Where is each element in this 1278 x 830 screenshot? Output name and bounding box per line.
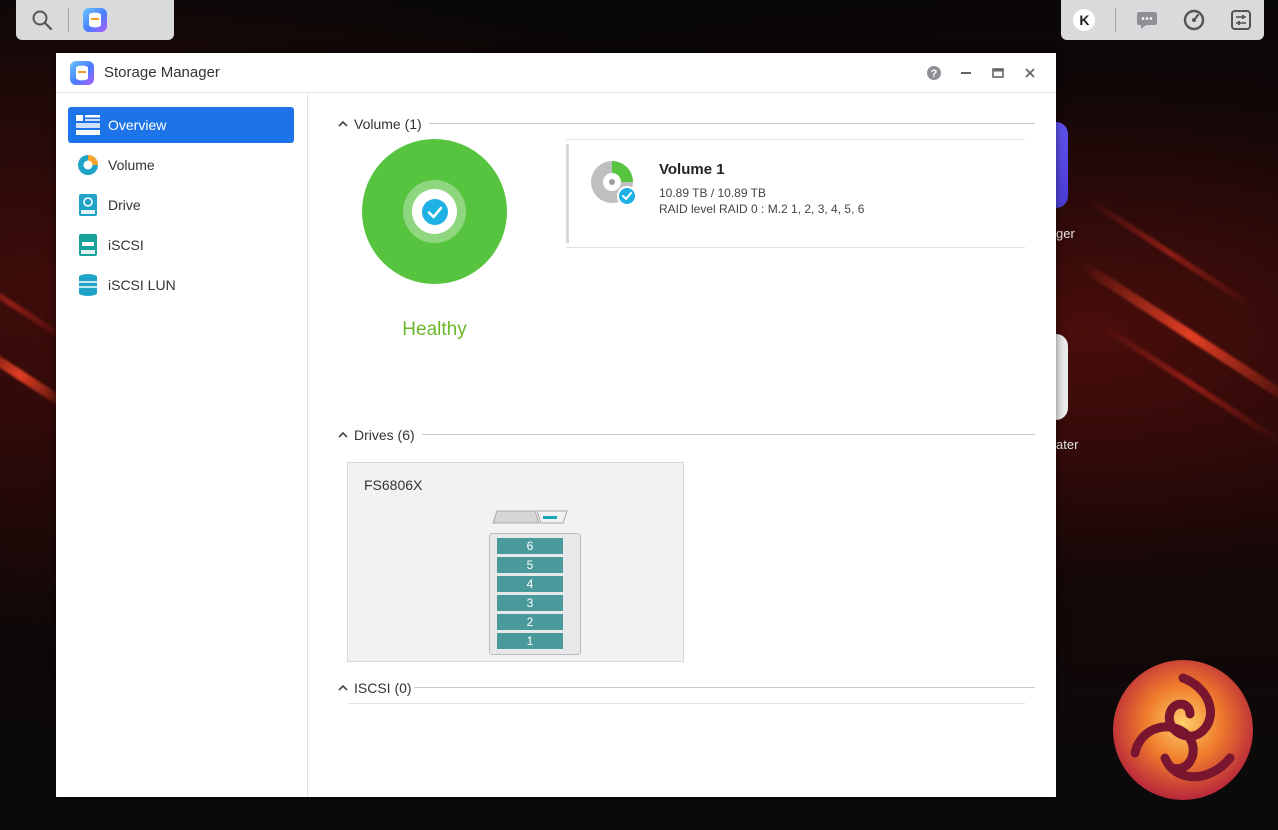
search-icon bbox=[32, 10, 53, 31]
nas-model-name: FS6806X bbox=[364, 477, 423, 493]
window-titlebar[interactable]: Storage Manager ? bbox=[56, 53, 1056, 93]
dashboard-gauge-icon bbox=[1183, 9, 1204, 31]
close-button[interactable] bbox=[1018, 61, 1042, 85]
section-divider bbox=[348, 703, 1025, 704]
sidebar-item-label: iSCSI LUN bbox=[108, 277, 176, 293]
minimize-button[interactable] bbox=[954, 61, 978, 85]
drive-icon bbox=[76, 193, 100, 217]
sidebar-item-iscsi[interactable]: iSCSI bbox=[68, 227, 294, 263]
volume-card-accent bbox=[566, 144, 569, 243]
system-monitor-button[interactable] bbox=[1178, 4, 1210, 36]
iscsi-icon bbox=[76, 233, 100, 257]
drive-slot[interactable]: 1 bbox=[497, 633, 563, 649]
help-icon: ? bbox=[927, 66, 941, 80]
storage-manager-icon bbox=[83, 8, 107, 32]
avatar: K bbox=[1073, 9, 1096, 31]
taskbar-right: K bbox=[1061, 0, 1264, 40]
desktop-app-label: ger bbox=[1056, 226, 1075, 241]
sidebar-item-label: Drive bbox=[108, 197, 141, 213]
iscsi-section-header[interactable]: ISCSI (0) bbox=[338, 678, 412, 698]
search-button[interactable] bbox=[16, 0, 68, 40]
volume-icon bbox=[76, 153, 100, 177]
drives-section-title: Drives (6) bbox=[354, 427, 415, 443]
chevron-up-icon bbox=[338, 684, 350, 692]
chevron-up-icon bbox=[338, 120, 350, 128]
volume-section-header[interactable]: Volume (1) bbox=[338, 114, 422, 134]
message-icon bbox=[1136, 12, 1157, 29]
volume-capacity: 10.89 TB / 10.89 TB bbox=[659, 186, 766, 200]
desktop-app-label: ater bbox=[1056, 437, 1079, 452]
drive-slot[interactable]: 6 bbox=[497, 538, 563, 554]
storage-manager-window: Storage Manager ? Overview Volume Drive … bbox=[56, 53, 1056, 797]
storage-manager-app-icon bbox=[70, 60, 94, 85]
health-status-graphic bbox=[362, 139, 507, 284]
minimize-icon bbox=[961, 72, 971, 74]
volume-name: Volume 1 bbox=[659, 161, 725, 178]
section-divider bbox=[422, 434, 1035, 435]
sidebar: Overview Volume Drive iSCSI iSCSI LUN bbox=[56, 93, 308, 797]
sidebar-item-overview[interactable]: Overview bbox=[68, 107, 294, 143]
drives-section-header[interactable]: Drives (6) bbox=[338, 425, 415, 445]
sidebar-item-label: Volume bbox=[108, 157, 155, 173]
window-title: Storage Manager bbox=[104, 64, 220, 81]
nas-top-icon bbox=[492, 510, 568, 524]
sliders-icon bbox=[1230, 10, 1251, 30]
drive-slot[interactable]: 3 bbox=[497, 595, 563, 611]
check-icon bbox=[421, 198, 448, 225]
sidebar-item-volume[interactable]: Volume bbox=[68, 147, 294, 183]
sidebar-item-drive[interactable]: Drive bbox=[68, 187, 294, 223]
overview-content: Volume (1) Healthy Volume 1 10.89 TB / 1… bbox=[308, 93, 1056, 797]
taskbar-divider bbox=[1115, 8, 1117, 32]
drive-slot[interactable]: 5 bbox=[497, 557, 563, 573]
maximize-icon bbox=[992, 68, 1004, 78]
nas-device-card[interactable]: FS6806X 6 5 4 3 2 1 bbox=[347, 462, 684, 662]
overview-icon bbox=[76, 113, 100, 137]
sidebar-item-label: iSCSI bbox=[108, 237, 144, 253]
drive-slot[interactable]: 2 bbox=[497, 614, 563, 630]
volume-healthy-icon bbox=[591, 161, 637, 206]
volume-card[interactable]: Volume 1 10.89 TB / 10.89 TB RAID level … bbox=[566, 139, 1025, 248]
volume-raid-level: RAID level RAID 0 : M.2 1, 2, 3, 4, 5, 6 bbox=[659, 202, 865, 216]
help-button[interactable]: ? bbox=[922, 61, 946, 85]
iscsi-section-title: ISCSI (0) bbox=[354, 680, 412, 696]
user-button[interactable]: K bbox=[1068, 4, 1100, 36]
sidebar-item-label: Overview bbox=[108, 117, 167, 133]
maximize-button[interactable] bbox=[986, 61, 1010, 85]
section-divider bbox=[429, 123, 1035, 124]
iscsi-lun-icon bbox=[76, 273, 100, 297]
drive-slot[interactable]: 4 bbox=[497, 576, 563, 592]
nas-drive-bay: 6 5 4 3 2 1 bbox=[489, 533, 581, 655]
chevron-up-icon bbox=[338, 431, 350, 439]
sidebar-item-iscsi-lun[interactable]: iSCSI LUN bbox=[68, 267, 294, 303]
svg-text:?: ? bbox=[931, 68, 938, 80]
close-icon bbox=[1025, 68, 1035, 78]
messages-button[interactable] bbox=[1131, 4, 1163, 36]
health-status-text: Healthy bbox=[402, 319, 467, 340]
settings-button[interactable] bbox=[1225, 4, 1257, 36]
taskbar-storage-manager-button[interactable] bbox=[69, 0, 121, 40]
taskbar-left bbox=[16, 0, 174, 40]
volume-section-title: Volume (1) bbox=[354, 116, 422, 132]
brand-logo-icon bbox=[1113, 660, 1253, 800]
section-divider bbox=[414, 687, 1035, 688]
